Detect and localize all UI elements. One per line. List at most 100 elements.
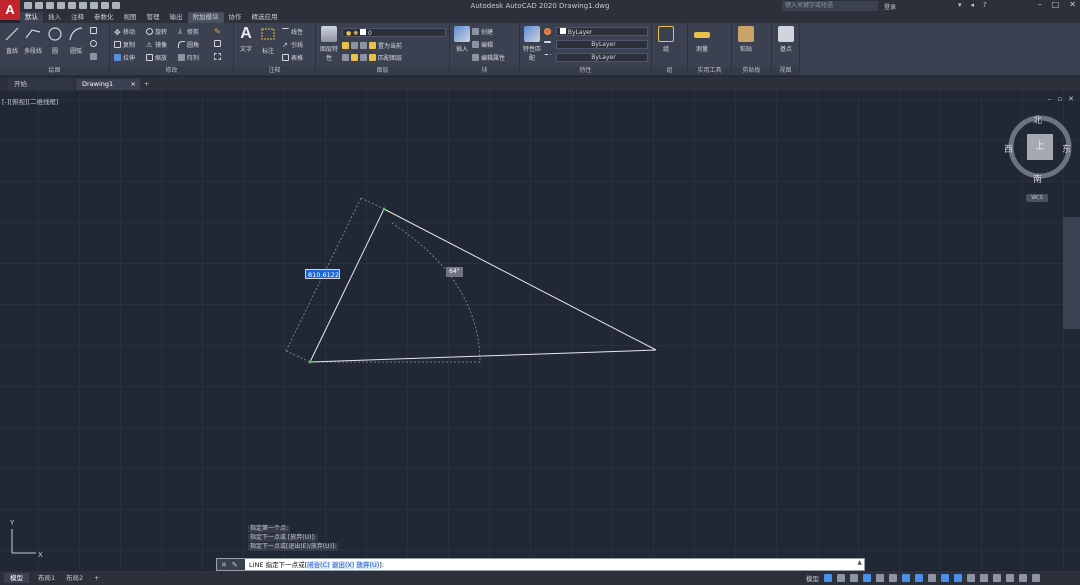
tab-insert[interactable]: 插入 bbox=[43, 12, 66, 23]
tab-layout2[interactable]: 布局2 bbox=[60, 573, 89, 583]
close-icon[interactable]: ✕ bbox=[1069, 0, 1076, 9]
add-layout-button[interactable]: + bbox=[88, 573, 105, 583]
mirror-tool[interactable]: ⚠ 镜像 bbox=[146, 40, 167, 49]
tab-featured-apps[interactable]: 精选应用 bbox=[247, 12, 283, 23]
boundary-tool[interactable] bbox=[90, 53, 97, 60]
group-tool[interactable]: 组 bbox=[656, 26, 676, 53]
lineweight-dropdown[interactable]: ByLayer bbox=[556, 40, 648, 49]
edit-attributes-tool[interactable]: 编辑属性 bbox=[472, 53, 505, 62]
compass-north[interactable]: 北 bbox=[1033, 113, 1042, 126]
tab-drawing1[interactable]: Drawing1 × bbox=[76, 79, 140, 90]
gear-icon[interactable] bbox=[980, 574, 988, 582]
compass-east[interactable]: 东 bbox=[1062, 142, 1071, 155]
osnap-icon[interactable] bbox=[902, 574, 910, 582]
create-block-tool[interactable]: 创建 bbox=[472, 27, 493, 36]
insert-tool[interactable]: 插入 bbox=[452, 26, 472, 53]
command-history-toggle[interactable]: ▲ bbox=[857, 559, 862, 566]
linetype-dropdown[interactable]: ByLayer bbox=[556, 53, 648, 62]
layer-thaw-icon[interactable] bbox=[360, 54, 367, 61]
maximize-icon[interactable]: □ bbox=[1052, 0, 1060, 9]
match-properties-tool[interactable]: 特性匹配 bbox=[522, 26, 542, 62]
tab-collaborate[interactable]: 协作 bbox=[224, 12, 247, 23]
login-button[interactable]: 登录 bbox=[884, 2, 896, 11]
customization-icon[interactable] bbox=[1032, 574, 1040, 582]
stretch-tool[interactable]: 拉伸 bbox=[114, 53, 135, 62]
erase-tool[interactable]: ✎ bbox=[214, 27, 221, 36]
help-icon[interactable]: ? bbox=[983, 1, 987, 9]
tab-view[interactable]: 视图 bbox=[119, 12, 142, 23]
clipboard-panel-title[interactable]: 剪贴板 bbox=[732, 67, 771, 75]
model-space-button[interactable]: 模型 bbox=[806, 573, 819, 583]
osnap-tracking-icon[interactable] bbox=[889, 574, 897, 582]
tab-default[interactable]: 默认 bbox=[20, 12, 43, 23]
customize-icon[interactable]: ✎ bbox=[232, 561, 238, 569]
snap-icon[interactable] bbox=[837, 574, 845, 582]
modify-panel-title[interactable]: 修改 bbox=[110, 67, 233, 75]
layer-unlock-icon[interactable] bbox=[369, 54, 376, 61]
viewcube[interactable]: 北 南 东 西 上 bbox=[1004, 111, 1076, 185]
drawing-canvas[interactable]: [-][俯视][二维线框] – ▫ ✕ 810.6122 64° 北 南 东 西… bbox=[0, 91, 1080, 570]
option-undo[interactable]: 放弃(U) bbox=[356, 561, 380, 569]
app-logo[interactable]: A bbox=[0, 0, 20, 20]
layers-panel-title[interactable]: 图层 bbox=[316, 67, 449, 75]
polyline-tool[interactable]: 多段线 bbox=[22, 26, 44, 55]
dimension-tool[interactable]: 标注 bbox=[258, 26, 278, 55]
polar-icon[interactable] bbox=[863, 574, 871, 582]
layer-isolate-icon[interactable] bbox=[351, 42, 358, 49]
hatch-tool[interactable] bbox=[90, 40, 97, 47]
compass-west[interactable]: 西 bbox=[1004, 142, 1013, 155]
block-panel-title[interactable]: 块 bbox=[450, 67, 519, 75]
close-tab-icon[interactable]: × bbox=[131, 79, 136, 90]
annotation-scale-icon[interactable] bbox=[941, 574, 949, 582]
option-close[interactable]: 闭合(C) bbox=[307, 561, 330, 569]
transparency-icon[interactable] bbox=[928, 574, 936, 582]
new-tab-button[interactable]: + bbox=[144, 79, 149, 90]
match-layer-button[interactable]: 匹配图层 bbox=[378, 53, 402, 62]
make-current-button[interactable]: 置为当前 bbox=[378, 41, 402, 50]
trim-tool[interactable]: ⅄ 修剪 bbox=[178, 27, 199, 36]
leader-tool[interactable]: ↗ 引线 bbox=[282, 40, 303, 49]
search-input[interactable]: 键入关键字或短语 bbox=[782, 1, 878, 11]
paste-tool[interactable]: 粘贴 bbox=[736, 26, 756, 53]
command-line[interactable]: ✕ ✎ LINE 指定下一点或[闭合(C) 退出(X) 放弃(U)]: ▲ bbox=[216, 558, 865, 571]
layer-freeze-icon[interactable] bbox=[360, 42, 367, 49]
compass-south[interactable]: 南 bbox=[1033, 172, 1042, 185]
move-tool[interactable]: ✥ 移动 bbox=[114, 27, 135, 37]
properties-panel-title[interactable]: 特性 bbox=[520, 67, 651, 75]
groups-panel-title[interactable]: 组 bbox=[652, 67, 687, 75]
lineweight-toggle-icon[interactable] bbox=[915, 574, 923, 582]
explode-tool[interactable] bbox=[214, 40, 221, 47]
layer-unisolate-icon[interactable] bbox=[351, 54, 358, 61]
layer-dropdown[interactable]: ● ✺ 0 bbox=[342, 28, 446, 37]
array-tool[interactable]: 阵列 bbox=[178, 53, 199, 62]
table-tool[interactable]: 表格 bbox=[282, 53, 303, 62]
circle-tool[interactable]: 圆 bbox=[45, 26, 65, 55]
base-view-tool[interactable]: 基点 bbox=[776, 26, 796, 53]
viewcube-top-face[interactable]: 上 bbox=[1027, 134, 1053, 160]
tab-manage[interactable]: 管理 bbox=[142, 12, 165, 23]
text-tool[interactable]: A 文字 bbox=[236, 26, 256, 54]
layer-on-icon[interactable] bbox=[342, 54, 349, 61]
dynamic-dimension-input[interactable]: 810.6122 bbox=[305, 269, 340, 279]
layer-properties-tool[interactable]: 图层特性 bbox=[318, 26, 340, 62]
wcs-menu[interactable]: WCS bbox=[1026, 194, 1048, 202]
command-prompt[interactable]: LINE 指定下一点或[闭合(C) 退出(X) 放弃(U)]: bbox=[249, 560, 384, 570]
isodraft-icon[interactable] bbox=[876, 574, 884, 582]
linear-dim-tool[interactable]: 线性 bbox=[282, 27, 303, 36]
command-close-icon[interactable]: ✕ bbox=[221, 561, 227, 569]
tab-annotate[interactable]: 注释 bbox=[66, 12, 89, 23]
grid-icon[interactable] bbox=[824, 574, 832, 582]
fillet-tool[interactable]: 圆角 bbox=[178, 40, 199, 49]
share-icon[interactable]: ◂ bbox=[971, 1, 975, 9]
color-dropdown[interactable]: ByLayer bbox=[556, 27, 648, 36]
tab-start[interactable]: 开始 bbox=[8, 79, 74, 90]
workspace-icon[interactable] bbox=[967, 574, 975, 582]
tab-output[interactable]: 输出 bbox=[165, 12, 188, 23]
layer-lock-icon[interactable] bbox=[369, 42, 376, 49]
copy-tool[interactable]: 复制 bbox=[114, 40, 135, 49]
utilities-panel-title[interactable]: 实用工具 bbox=[688, 67, 731, 75]
edit-block-tool[interactable]: 编辑 bbox=[472, 40, 493, 49]
view-panel-title[interactable]: 视图 bbox=[772, 67, 799, 75]
line-tool[interactable]: 直线 bbox=[2, 26, 22, 55]
tab-model[interactable]: 模型 bbox=[4, 573, 29, 583]
